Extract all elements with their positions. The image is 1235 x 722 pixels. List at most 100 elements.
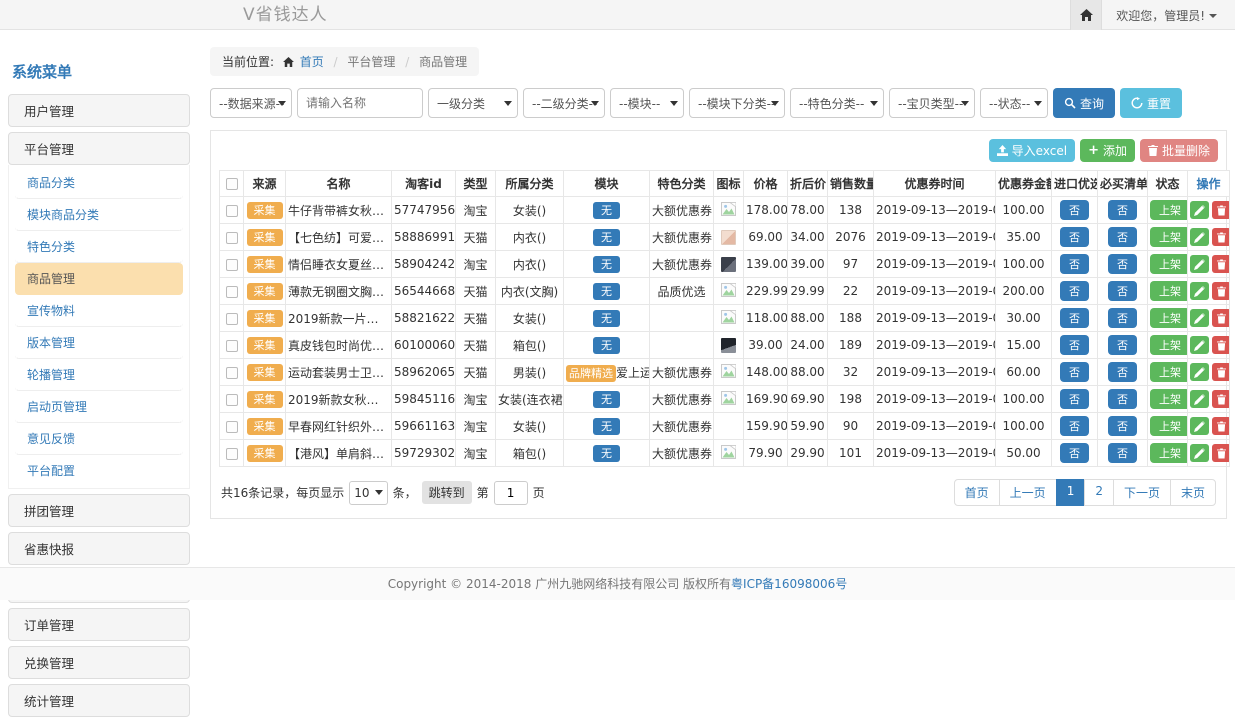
sidebar-subitem-商品管理[interactable]: 商品管理 [15,263,183,295]
delete-button[interactable] [1212,336,1230,354]
must-buy-toggle[interactable]: 否 [1108,227,1137,247]
delete-button[interactable] [1212,228,1230,246]
filter-select-二级分类[interactable]: --二级分类-- [523,88,605,118]
import-select-toggle[interactable]: 否 [1060,389,1089,409]
row-checkbox[interactable] [226,232,238,244]
delete-button[interactable] [1212,390,1230,408]
reset-button[interactable]: 重置 [1120,88,1182,118]
delete-button[interactable] [1212,201,1230,219]
sidebar-subitem-平台配置[interactable]: 平台配置 [15,455,183,486]
status-badge[interactable]: 上架 [1150,200,1188,220]
edit-button[interactable] [1190,390,1209,408]
user-menu[interactable]: 欢迎您，管理员! [1102,7,1235,24]
sidebar-item-拼团管理[interactable]: 拼团管理 [8,494,190,527]
row-checkbox[interactable] [226,421,238,433]
edit-button[interactable] [1190,255,1209,273]
must-buy-toggle[interactable]: 否 [1108,443,1137,463]
sidebar-subitem-轮播管理[interactable]: 轮播管理 [15,359,183,391]
jump-button[interactable]: 跳转到 [422,481,472,504]
row-checkbox[interactable] [226,340,238,352]
breadcrumb-home-link[interactable]: 首页 [300,55,324,69]
home-button[interactable] [1070,0,1102,30]
import-select-toggle[interactable]: 否 [1060,200,1089,220]
import-select-toggle[interactable]: 否 [1060,227,1089,247]
add-button[interactable]: + 添加 [1080,139,1135,162]
row-checkbox[interactable] [226,205,238,217]
status-badge[interactable]: 上架 [1150,362,1188,382]
sidebar-item-统计管理[interactable]: 统计管理 [8,684,190,717]
delete-button[interactable] [1212,363,1230,381]
page-number-input[interactable] [494,481,528,505]
icp-link[interactable]: 粤ICP备16098006号 [731,577,847,591]
row-checkbox[interactable] [226,367,238,379]
row-checkbox[interactable] [226,394,238,406]
module-badge[interactable]: 无 [593,229,620,246]
import-select-toggle[interactable]: 否 [1060,443,1089,463]
row-checkbox[interactable] [226,313,238,325]
status-badge[interactable]: 上架 [1150,281,1188,301]
pager-item-下一页[interactable]: 下一页 [1113,479,1171,506]
must-buy-toggle[interactable]: 否 [1108,281,1137,301]
status-badge[interactable]: 上架 [1150,308,1188,328]
row-checkbox[interactable] [226,286,238,298]
filter-select-状态[interactable]: --状态-- [980,88,1048,118]
module-badge[interactable]: 无 [593,337,620,354]
batch-delete-button[interactable]: 批量删除 [1140,139,1218,162]
delete-button[interactable] [1212,309,1230,327]
query-button[interactable]: 查询 [1053,88,1115,118]
pager-item-首页[interactable]: 首页 [954,479,1000,506]
import-select-toggle[interactable]: 否 [1060,416,1089,436]
must-buy-toggle[interactable]: 否 [1108,308,1137,328]
sidebar-item-订单管理[interactable]: 订单管理 [8,608,190,641]
sidebar-item-兑换管理[interactable]: 兑换管理 [8,646,190,679]
sidebar-subitem-特色分类[interactable]: 特色分类 [15,231,183,263]
module-badge[interactable]: 无 [593,202,620,219]
sidebar-item-用户管理[interactable]: 用户管理 [8,94,190,127]
filter-select-一级分类[interactable]: 一级分类 [428,88,518,118]
edit-button[interactable] [1190,201,1209,219]
module-badge[interactable]: 无 [593,310,620,327]
filter-select-宝贝类型[interactable]: --宝贝类型-- [889,88,975,118]
pager-item-1[interactable]: 1 [1056,479,1086,506]
import-select-toggle[interactable]: 否 [1060,281,1089,301]
edit-button[interactable] [1190,228,1209,246]
sidebar-subitem-意见反馈[interactable]: 意见反馈 [15,423,183,455]
filter-select-模块[interactable]: --模块-- [610,88,684,118]
status-badge[interactable]: 上架 [1150,443,1188,463]
module-badge[interactable]: 无 [593,256,620,273]
filter-select-特色分类[interactable]: --特色分类-- [790,88,884,118]
row-checkbox[interactable] [226,448,238,460]
edit-button[interactable] [1190,363,1209,381]
sidebar-item-省惠快报[interactable]: 省惠快报 [8,532,190,565]
sidebar-subitem-宣传物料[interactable]: 宣传物料 [15,295,183,327]
status-badge[interactable]: 上架 [1150,254,1188,274]
name-search-input[interactable] [297,88,423,118]
delete-button[interactable] [1212,444,1230,462]
module-badge[interactable]: 无 [593,283,620,300]
pager-item-末页[interactable]: 末页 [1170,479,1216,506]
must-buy-toggle[interactable]: 否 [1108,362,1137,382]
must-buy-toggle[interactable]: 否 [1108,389,1137,409]
select-all-checkbox[interactable] [226,178,238,190]
delete-button[interactable] [1212,417,1230,435]
filter-select-数据来源[interactable]: --数据来源-- [210,88,292,118]
status-badge[interactable]: 上架 [1150,227,1188,247]
must-buy-toggle[interactable]: 否 [1108,200,1137,220]
filter-select-模块下分类[interactable]: --模块下分类-- [689,88,785,118]
module-badge[interactable]: 品牌精选 [566,365,616,382]
must-buy-toggle[interactable]: 否 [1108,254,1137,274]
status-badge[interactable]: 上架 [1150,389,1188,409]
sidebar-subitem-启动页管理[interactable]: 启动页管理 [15,391,183,423]
per-page-select[interactable]: 10 [349,481,387,505]
must-buy-toggle[interactable]: 否 [1108,416,1137,436]
import-select-toggle[interactable]: 否 [1060,335,1089,355]
edit-button[interactable] [1190,417,1209,435]
delete-button[interactable] [1212,255,1230,273]
module-badge[interactable]: 无 [593,445,620,462]
pager-item-2[interactable]: 2 [1084,479,1114,506]
sidebar-subitem-商品分类[interactable]: 商品分类 [15,167,183,199]
row-checkbox[interactable] [226,259,238,271]
edit-button[interactable] [1190,336,1209,354]
delete-button[interactable] [1212,282,1230,300]
pager-item-上一页[interactable]: 上一页 [999,479,1057,506]
